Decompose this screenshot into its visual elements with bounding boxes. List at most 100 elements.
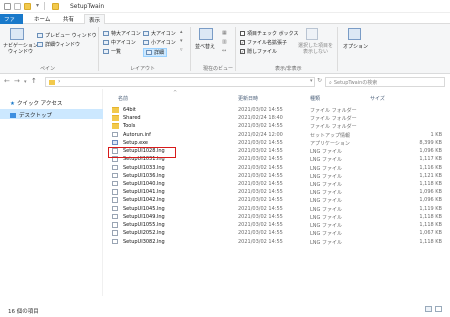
file-date: 2021/03/02 14:55 (238, 139, 283, 146)
application-icon (112, 139, 118, 146)
file-size: 1,117 KB (419, 156, 442, 163)
file-type: LNG ファイル (310, 165, 342, 172)
file-type: LNG ファイル (310, 181, 342, 188)
file-icon (112, 131, 118, 138)
tab-file[interactable]: ファイル (0, 14, 23, 31)
search-icon: ⌕ (329, 80, 332, 86)
file-size: 1,116 KB (419, 164, 442, 171)
quick-access-toolbar-chevron-icon[interactable]: ▾ (36, 2, 39, 9)
column-header-size[interactable]: サイズ (370, 95, 385, 102)
layout-large-icons[interactable]: 大アイコン (143, 30, 176, 37)
file-type: ファイル フォルダー (310, 108, 357, 114)
file-date: 2021/03/02 14:55 (238, 189, 283, 196)
file-extensions-toggle[interactable]: ✓ ファイル名拡張子 (240, 39, 287, 46)
recent-locations-icon[interactable]: ▾ (24, 79, 27, 85)
layout-details-label: 詳細 (154, 50, 165, 56)
navigation-pane: ★ クイック アクセス デスクトップ (0, 89, 103, 296)
layout-scroll-up-icon[interactable]: ▴ (180, 29, 183, 35)
hide-selected-icon (306, 28, 318, 40)
layout-scroll-down-icon[interactable]: ▾ (180, 38, 183, 44)
layout-small-icons-label: 小アイコン (151, 40, 176, 46)
layout-list[interactable]: 一覧 (103, 48, 121, 55)
up-icon[interactable]: ↑ (31, 77, 37, 85)
file-type: ファイル フォルダー (310, 124, 357, 131)
details-view-icon[interactable] (425, 306, 432, 312)
breadcrumb-chevron-icon[interactable]: › (58, 78, 60, 85)
file-date: 2021/03/02 14:55 (238, 230, 283, 237)
star-icon: ★ (10, 101, 15, 107)
file-row[interactable]: SetupUI1033.lng 2021/03/02 14:55 LNG ファイル 1… (108, 164, 450, 172)
file-row[interactable]: 64bit 2021/03/02 14:55 ファイル フォルダー (108, 106, 450, 114)
item-checkboxes-toggle[interactable]: 項目チェック ボックス (240, 30, 298, 37)
ribbon: ナビゲーション ウィンドウ プレビュー ウィンドウ 詳細ウィンドウ ペイン 特大… (0, 24, 450, 74)
back-icon[interactable]: ← (4, 77, 10, 85)
file-row[interactable]: SetupUI1045.lng 2021/03/02 14:55 LNG ファイル 1… (108, 205, 450, 213)
column-header-type[interactable]: 種類 (310, 95, 320, 102)
add-columns-icon[interactable]: ▥ (222, 39, 227, 45)
hide-selected-button[interactable]: 選択した項目を 表示しない (298, 43, 333, 55)
layout-expand-icon[interactable]: ▿ (180, 47, 183, 53)
file-row[interactable]: SetupUI1049.lng 2021/03/02 14:55 LNG ファイル 1… (108, 213, 450, 221)
file-type: LNG ファイル (310, 198, 342, 205)
file-size: 1,096 KB (419, 148, 442, 155)
navigation-pane-button[interactable]: ナビゲーション ウィンドウ (3, 43, 38, 55)
file-row[interactable]: SetupUI1040.lng 2021/03/02 14:55 LNG ファイル 1… (108, 180, 450, 188)
file-row[interactable]: SetupUI1055.lng 2021/03/02 14:55 LNG ファイル 1… (108, 221, 450, 229)
details-pane-button[interactable]: 詳細ウィンドウ (37, 41, 80, 48)
search-input[interactable]: ⌕ SetupTwainの検索 (325, 77, 445, 87)
fit-columns-icon[interactable]: ↔ (222, 48, 226, 54)
options-button[interactable]: オプション (343, 43, 368, 50)
group-by-icon[interactable]: ▦ (222, 30, 227, 36)
file-row[interactable]: Tools 2021/03/02 14:55 ファイル フォルダー (108, 122, 450, 130)
nav-item-desktop[interactable]: デスクトップ (0, 109, 103, 119)
layout-medium-icons[interactable]: 中アイコン (103, 39, 136, 46)
file-type: LNG ファイル (310, 231, 342, 238)
properties-icon[interactable] (14, 3, 21, 10)
file-date: 2021/03/02 14:55 (238, 172, 283, 179)
tab-share[interactable]: 共有 (59, 14, 78, 24)
file-row[interactable]: Autorun.inf 2021/02/24 12:00 セットアップ情報 1 KB (108, 131, 450, 139)
preview-pane-button[interactable]: プレビュー ウィンドウ (37, 32, 97, 39)
sort-button[interactable]: 並べ替え (195, 43, 215, 50)
layout-extra-large-icons[interactable]: 特大アイコン (103, 30, 141, 37)
large-icons-view-icon[interactable] (435, 306, 442, 312)
file-row[interactable]: SetupUI1041.lng 2021/03/02 14:55 LNG ファイル 1… (108, 188, 450, 196)
item-checkboxes-label: 項目チェック ボックス (247, 31, 299, 37)
checkbox-checked-icon: ✓ (240, 40, 245, 45)
file-row[interactable]: SetupUI1036.lng 2021/03/02 14:55 LNG ファイル 1… (108, 172, 450, 180)
folder-icon (112, 123, 119, 129)
file-icon (112, 180, 118, 187)
refresh-icon[interactable]: ↻ (317, 77, 322, 84)
file-row[interactable]: Setup.exe 2021/03/02 14:55 アプリケーション 8,399 K… (108, 139, 450, 147)
divider (44, 2, 45, 10)
column-header-name[interactable]: 名前 (118, 95, 128, 102)
file-row[interactable]: SetupUI1042.lng 2021/03/02 14:55 LNG ファイル 1… (108, 196, 450, 204)
file-name: Autorun.inf (123, 131, 151, 138)
nav-item-quick-access[interactable]: ★ クイック アクセス (0, 97, 103, 107)
extra-large-icons-icon (103, 31, 109, 36)
layout-details[interactable]: 詳細 (143, 48, 168, 57)
hidden-items-toggle[interactable]: ✓ 隠しファイル (240, 48, 277, 55)
address-bar-row: ← → ▾ ↑ › ▾ ↻ ⌕ SetupTwainの検索 (0, 74, 450, 89)
file-name: Setup.exe (123, 139, 149, 146)
tab-view[interactable]: 表示 (84, 14, 106, 24)
new-folder-icon[interactable] (24, 3, 31, 10)
file-row[interactable]: Shared 2021/02/24 18:40 ファイル フォルダー (108, 114, 450, 122)
status-bar: 16 個の項目 (0, 302, 450, 317)
address-bar[interactable]: › (45, 77, 315, 87)
address-dropdown-icon[interactable]: ▾ (310, 78, 313, 84)
forward-icon[interactable]: → (14, 77, 20, 85)
file-size: 1,118 KB (419, 222, 442, 229)
large-icons-icon (143, 31, 149, 36)
column-header-date[interactable]: 更新日時 (238, 95, 258, 102)
file-size: 1,118 KB (419, 238, 442, 245)
file-name: SetupUI1049.lng (123, 213, 165, 220)
layout-small-icons[interactable]: 小アイコン (143, 39, 176, 46)
file-type: LNG ファイル (310, 173, 342, 180)
options-icon (348, 28, 361, 40)
sort-ascending-icon: ^ (173, 90, 178, 96)
tab-home[interactable]: ホーム (30, 14, 54, 24)
file-row[interactable]: SetupUI2052.lng 2021/03/02 14:55 LNG ファイル 1… (108, 229, 450, 237)
file-row[interactable]: SetupUI3082.lng 2021/03/02 14:55 LNG ファイル 1… (108, 238, 450, 246)
pane-group-label: ペイン (40, 66, 56, 72)
